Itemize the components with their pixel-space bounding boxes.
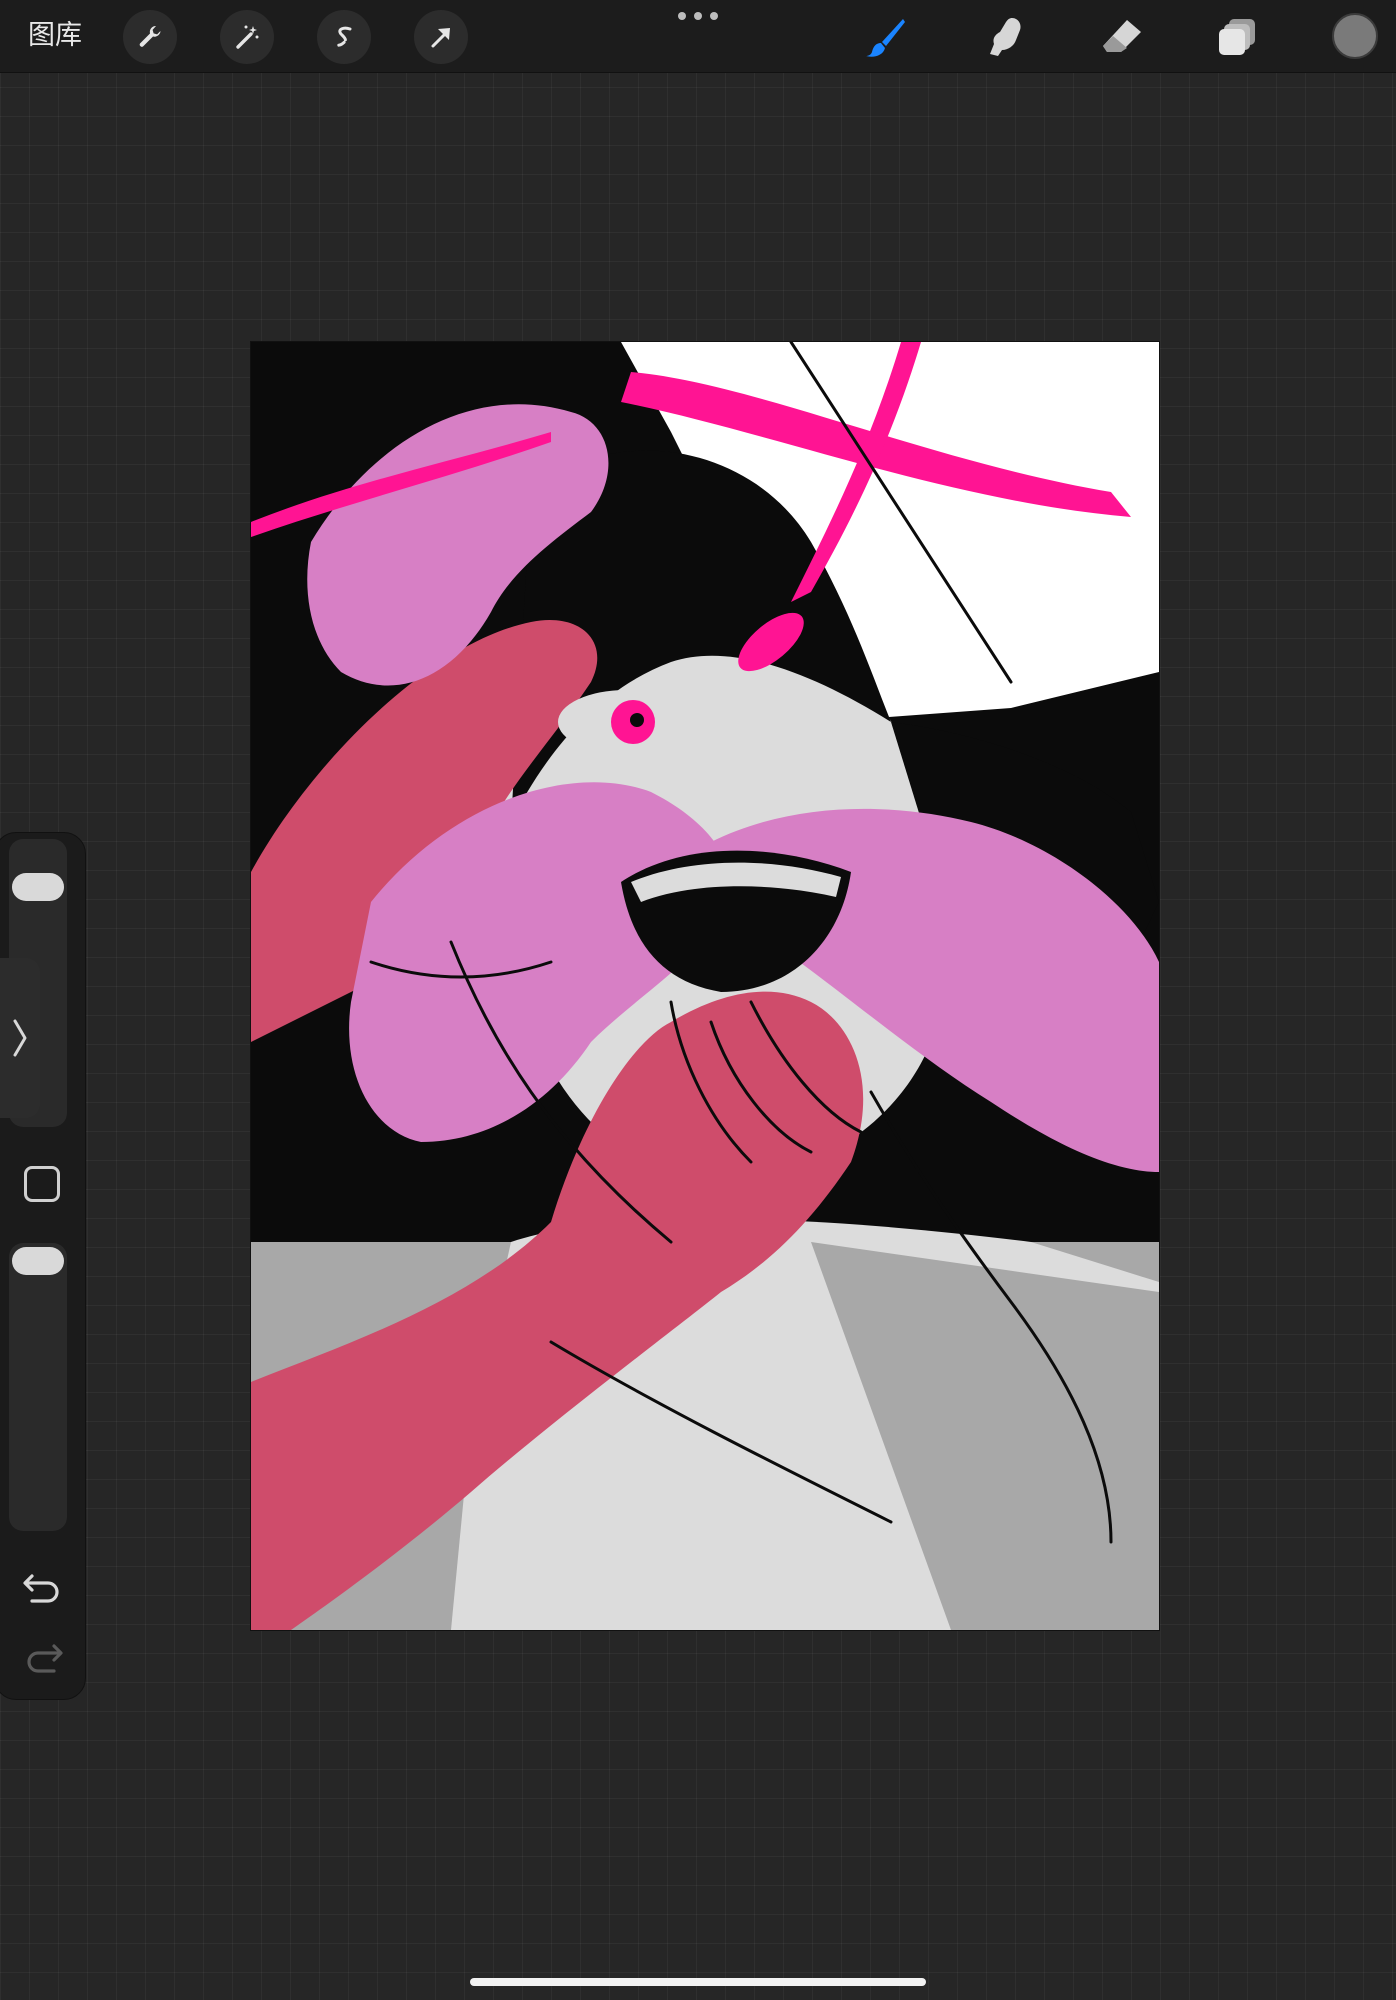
sidebar-toggle-button[interactable] bbox=[0, 958, 40, 1118]
adjustments-button[interactable] bbox=[220, 10, 274, 64]
opacity-slider[interactable] bbox=[9, 1243, 67, 1531]
gallery-button[interactable]: 图库 bbox=[28, 18, 82, 54]
selection-s-icon bbox=[334, 26, 352, 47]
brush-tool-button[interactable] bbox=[861, 12, 911, 62]
modify-button[interactable] bbox=[24, 1166, 60, 1202]
smudge-finger-icon bbox=[990, 18, 1021, 56]
color-picker-swatch[interactable] bbox=[1332, 13, 1378, 59]
layers-icon bbox=[1219, 19, 1255, 55]
eraser-icon bbox=[1103, 20, 1141, 52]
undo-icon[interactable] bbox=[20, 1566, 66, 1606]
brush-size-slider-thumb[interactable] bbox=[12, 873, 64, 902]
magic-wand-icon bbox=[236, 25, 259, 49]
home-indicator[interactable] bbox=[470, 1978, 926, 1986]
chevron-right-icon bbox=[13, 1019, 27, 1057]
top-toolbar: 图库 bbox=[0, 0, 1396, 73]
brush-icon bbox=[866, 19, 905, 57]
drawing-canvas[interactable] bbox=[251, 342, 1159, 1630]
more-options-icon[interactable] bbox=[678, 12, 718, 26]
smudge-tool-button[interactable] bbox=[980, 12, 1030, 62]
wrench-icon bbox=[139, 25, 161, 47]
redo-icon[interactable] bbox=[20, 1636, 66, 1676]
layers-button[interactable] bbox=[1213, 12, 1263, 62]
selection-button[interactable] bbox=[317, 10, 371, 64]
arrow-cursor-icon bbox=[431, 28, 450, 48]
actions-button[interactable] bbox=[123, 10, 177, 64]
eraser-tool-button[interactable] bbox=[1097, 12, 1147, 62]
opacity-slider-thumb[interactable] bbox=[12, 1247, 64, 1275]
transform-button[interactable] bbox=[414, 10, 468, 64]
eye-pupil bbox=[630, 713, 644, 727]
artwork-illustration bbox=[251, 342, 1159, 1630]
